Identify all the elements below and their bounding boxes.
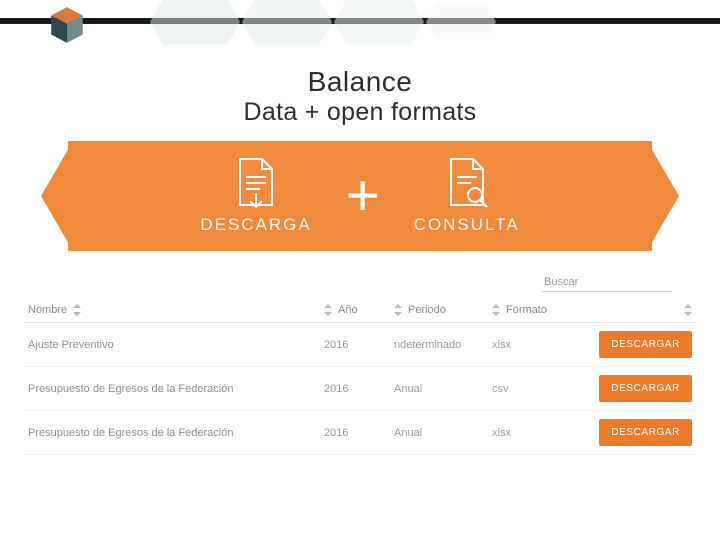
descargar-button[interactable]: DESCARGAR	[599, 419, 692, 446]
hexagon-decoration-icon	[426, 0, 496, 46]
cell-nombre: Ajuste Preventivo	[24, 339, 324, 351]
sort-icon	[73, 304, 81, 316]
col-ano[interactable]: Año	[324, 304, 394, 316]
sort-icon	[394, 304, 402, 316]
col-action	[582, 304, 696, 316]
data-table: Nombre Año Periodo Formato Ajuste Preven…	[24, 298, 696, 455]
title-line-2: Data + open formats	[0, 98, 720, 127]
col-label: Periodo	[408, 304, 446, 316]
table-header: Nombre Año Periodo Formato	[24, 298, 696, 323]
logo-cube-icon	[46, 4, 88, 46]
table-row: Presupuesto de Egresos de la Federación …	[24, 411, 696, 455]
banner-descarga[interactable]: DESCARGA	[200, 157, 311, 235]
cell-ano: 2016	[324, 383, 394, 395]
cell-ano: 2016	[324, 339, 394, 351]
cell-periodo: ndeterminado	[394, 339, 492, 351]
cell-formato: xlsx	[492, 339, 582, 351]
hexagon-decoration-icon	[242, 0, 332, 46]
plus-icon: +	[346, 167, 380, 225]
cell-formato: xlsx	[492, 427, 582, 439]
cell-ano: 2016	[324, 427, 394, 439]
col-label: Formato	[506, 304, 547, 316]
col-nombre[interactable]: Nombre	[24, 304, 324, 316]
sort-icon	[492, 304, 500, 316]
col-label: Año	[338, 304, 358, 316]
cell-formato: csv	[492, 383, 582, 395]
banner: DESCARGA + CONSULTA	[42, 141, 678, 251]
cell-nombre: Presupuesto de Egresos de la Federación	[24, 427, 324, 439]
table-row: Presupuesto de Egresos de la Federación …	[24, 367, 696, 411]
banner-consulta-label: CONSULTA	[414, 215, 520, 235]
descargar-button[interactable]: DESCARGAR	[599, 331, 692, 358]
col-periodo[interactable]: Periodo	[394, 304, 492, 316]
banner-descarga-label: DESCARGA	[200, 215, 311, 235]
descargar-button[interactable]: DESCARGAR	[599, 375, 692, 402]
col-formato[interactable]: Formato	[492, 304, 582, 316]
col-label: Nombre	[28, 304, 67, 316]
sort-icon	[684, 304, 692, 316]
title-line-1: Balance	[0, 66, 720, 98]
search-row: Buscar	[0, 251, 720, 298]
header-strip	[0, 0, 720, 48]
search-document-icon	[445, 157, 489, 209]
hexagon-decoration-icon	[334, 0, 424, 46]
cell-periodo: Anual	[394, 383, 492, 395]
table-row: Ajuste Preventivo 2016 ndeterminado xlsx…	[24, 323, 696, 367]
download-document-icon	[234, 157, 278, 209]
page-title: Balance Data + open formats	[0, 66, 720, 127]
sort-icon	[324, 304, 332, 316]
hexagon-decoration-icon	[150, 0, 240, 46]
cell-nombre: Presupuesto de Egresos de la Federación	[24, 383, 324, 395]
search-input[interactable]: Buscar	[542, 273, 672, 292]
banner-consulta[interactable]: CONSULTA	[414, 157, 520, 235]
cell-periodo: Anual	[394, 427, 492, 439]
